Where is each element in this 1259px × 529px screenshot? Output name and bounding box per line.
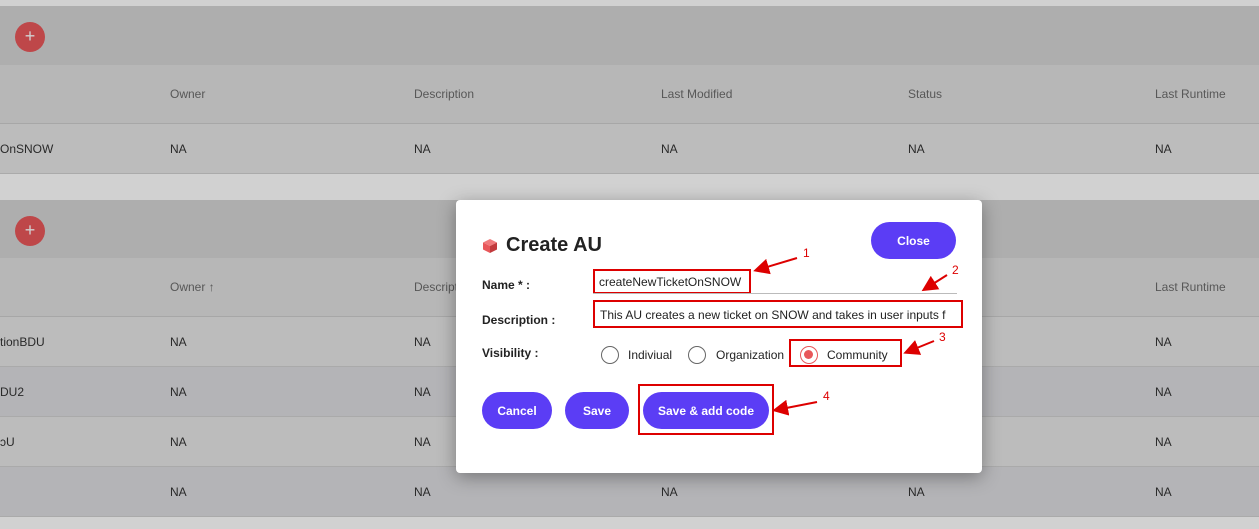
annotation-label-4: 4 (823, 389, 830, 403)
save-button[interactable]: Save (565, 392, 629, 429)
visibility-option-organization: Organization (716, 348, 785, 362)
visibility-radio-community[interactable] (800, 346, 818, 364)
annotation-label-1: 1 (803, 246, 810, 260)
visibility-option-community: Community (827, 348, 888, 362)
name-input-underline (593, 293, 957, 294)
name-label: Name * : (482, 278, 531, 292)
annotation-label-3: 3 (939, 330, 946, 344)
visibility-option-individual: Indiviual (628, 348, 673, 362)
save-and-add-code-button[interactable]: Save & add code (643, 392, 769, 429)
annotation-label-2: 2 (952, 263, 959, 277)
close-button[interactable]: Close (871, 222, 956, 259)
visibility-radio-individual[interactable] (601, 346, 619, 364)
visibility-label: Visibility : (482, 346, 539, 360)
description-input[interactable]: This AU creates a new ticket on SNOW and… (600, 308, 958, 322)
create-au-dialog: Create AU Close Name * : createNewTicket… (456, 200, 982, 473)
dialog-title-text: Create AU (506, 234, 602, 256)
cube-icon (483, 238, 497, 253)
dialog-title: Create AU (482, 234, 602, 257)
cancel-button[interactable]: Cancel (482, 392, 552, 429)
description-label: Description : (482, 313, 556, 327)
name-input[interactable]: createNewTicketOnSNOW (599, 275, 749, 289)
visibility-radio-organization[interactable] (688, 346, 706, 364)
